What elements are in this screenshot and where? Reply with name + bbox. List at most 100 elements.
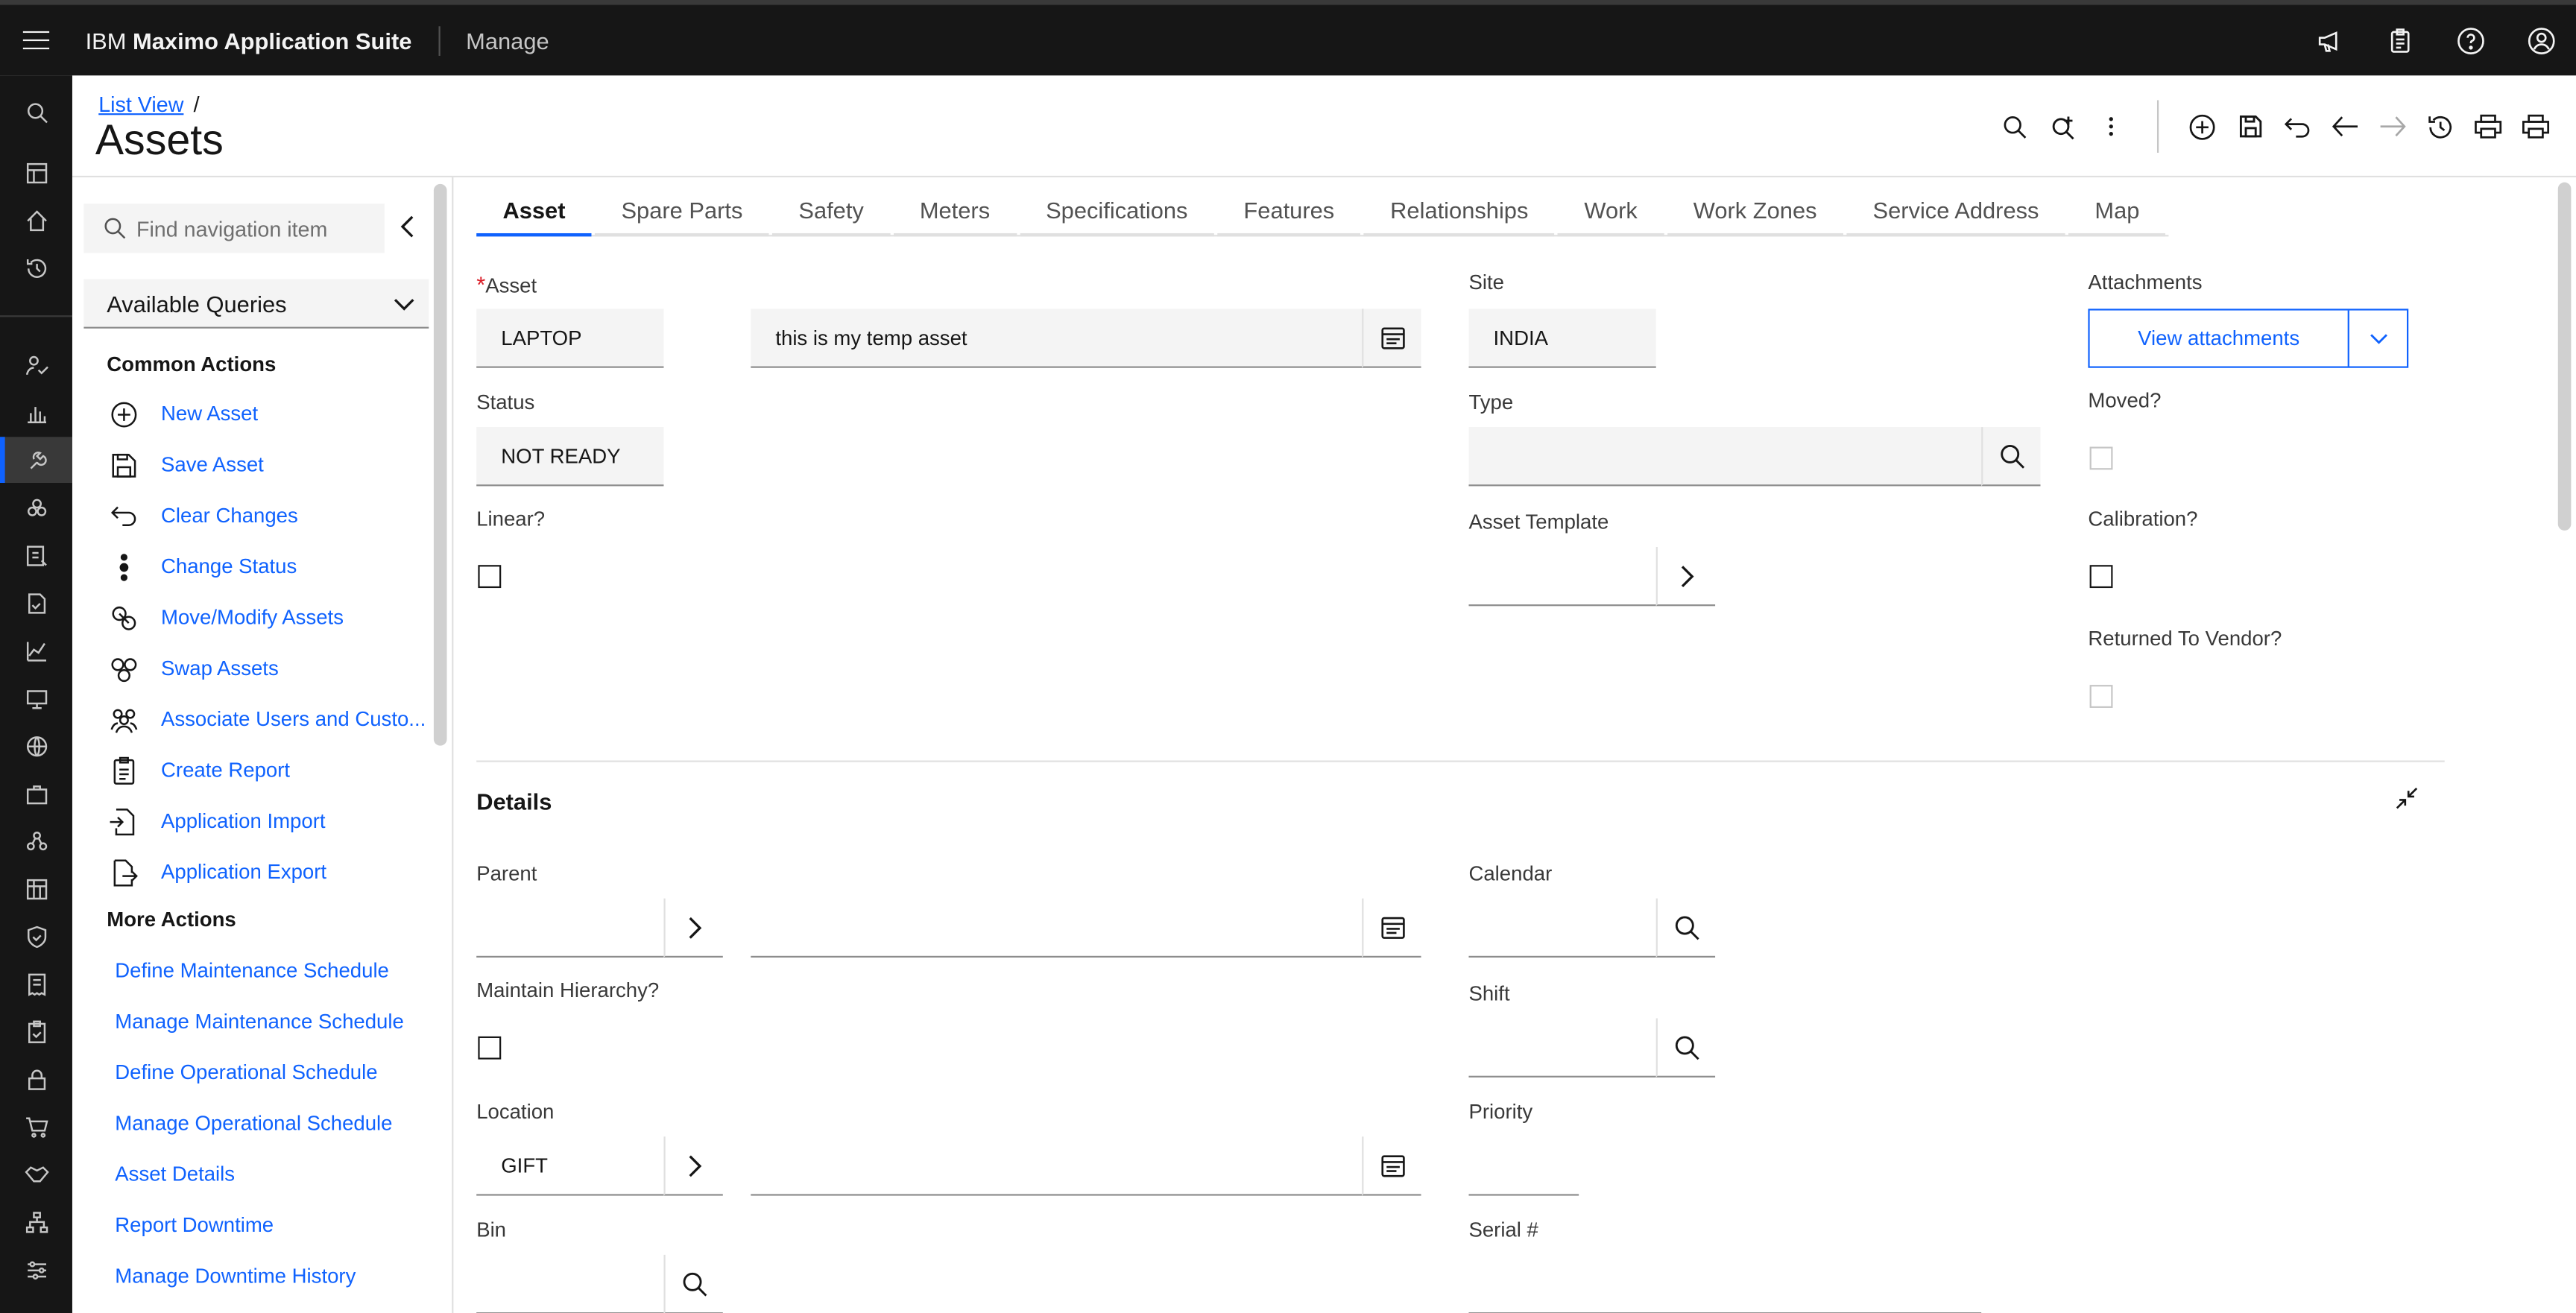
rail-recent-button[interactable] (0, 244, 72, 291)
rail-dashboard-button[interactable] (0, 150, 72, 196)
rail-cart-button[interactable] (0, 1104, 72, 1150)
search-icon[interactable] (1991, 102, 2039, 151)
serial-input[interactable] (1468, 1254, 1982, 1313)
megaphone-icon[interactable] (2294, 5, 2364, 76)
action-swap-assets[interactable]: Swap Assets (107, 651, 279, 686)
overflow-menu-icon[interactable] (2086, 102, 2134, 151)
rail-chart-line-button[interactable] (0, 627, 72, 674)
rail-chart-bar-button[interactable] (0, 389, 72, 435)
rail-receipt-button[interactable] (0, 961, 72, 1007)
rail-briefcase-button[interactable] (0, 771, 72, 817)
more-action-report-downtime[interactable]: Report Downtime (115, 1214, 274, 1237)
type-input[interactable] (1468, 427, 1982, 487)
undo-icon[interactable] (2273, 102, 2321, 151)
type-lookup-button[interactable] (1981, 427, 2041, 487)
arrow-right-icon[interactable] (2369, 102, 2416, 151)
tab-specifications[interactable]: Specifications (1019, 187, 1214, 237)
bin-lookup-button[interactable] (663, 1254, 723, 1313)
arrow-left-icon[interactable] (2321, 102, 2369, 151)
shift-input[interactable] (1468, 1018, 1656, 1078)
print-icon[interactable] (2464, 102, 2512, 151)
location-goto-button[interactable] (663, 1136, 723, 1196)
rail-home-button[interactable] (0, 197, 72, 243)
history-icon[interactable] (2416, 102, 2464, 151)
shift-lookup-button[interactable] (1655, 1018, 1716, 1078)
long-description-button[interactable] (1362, 309, 1421, 368)
parent-description-input[interactable] (751, 898, 1363, 958)
rail-clipboard-check-button[interactable] (0, 1008, 72, 1054)
more-action-manage-downtime-history[interactable]: Manage Downtime History (115, 1265, 356, 1288)
more-action-manage-maintenance-schedule[interactable]: Manage Maintenance Schedule (115, 1010, 404, 1034)
rail-doc-check-button[interactable] (0, 580, 72, 626)
tab-work[interactable]: Work (1558, 187, 1664, 237)
site-input[interactable]: INDIA (1468, 309, 1656, 368)
priority-input[interactable] (1468, 1136, 1579, 1196)
tab-service-address[interactable]: Service Address (1846, 187, 2065, 237)
clipboard-icon[interactable] (2364, 5, 2435, 76)
status-input[interactable]: NOT READY (476, 427, 664, 487)
tab-work-zones[interactable]: Work Zones (1667, 187, 1843, 237)
action-new-asset[interactable]: New Asset (107, 396, 258, 431)
tab-asset[interactable]: Asset (476, 187, 592, 237)
tab-map[interactable]: Map (2068, 187, 2166, 237)
rail-shield-button[interactable] (0, 913, 72, 959)
more-action-manage-operational-schedule[interactable]: Manage Operational Schedule (115, 1112, 392, 1135)
calendar-input[interactable] (1468, 898, 1656, 958)
rail-workflow-button[interactable] (0, 818, 72, 864)
calibration-checkbox[interactable] (2089, 565, 2113, 589)
action-save-asset[interactable]: Save Asset (107, 447, 264, 483)
collapse-section-button[interactable] (2393, 785, 2419, 811)
rail-user-check-button[interactable] (0, 341, 72, 387)
parent-input[interactable] (476, 898, 664, 958)
print-icon[interactable] (2512, 102, 2560, 151)
save-icon[interactable] (2226, 102, 2274, 151)
add-icon[interactable] (2179, 102, 2226, 151)
more-action-asset-details[interactable]: Asset Details (115, 1163, 235, 1186)
parent-long-description-button[interactable] (1362, 898, 1421, 958)
nav-scrollbar[interactable] (430, 177, 450, 1313)
tab-features[interactable]: Features (1217, 187, 1361, 237)
bin-input[interactable] (476, 1254, 664, 1313)
action-application-export[interactable]: Application Export (107, 854, 326, 890)
asset-template-input[interactable] (1468, 546, 1656, 607)
product-brand[interactable]: IBM Maximo Application Suite (86, 25, 440, 55)
location-description-input[interactable] (751, 1136, 1363, 1196)
rail-cubes-button[interactable] (0, 484, 72, 531)
calendar-lookup-button[interactable] (1655, 898, 1716, 958)
attachments-dropdown-button[interactable] (2349, 311, 2407, 367)
rail-building-button[interactable] (0, 866, 72, 912)
asset-description-input[interactable]: this is my temp asset (751, 309, 1363, 368)
rail-screen-button[interactable] (0, 675, 72, 721)
parent-goto-button[interactable] (663, 898, 723, 958)
tab-safety[interactable]: Safety (772, 187, 891, 237)
linear-checkbox[interactable] (478, 565, 502, 589)
available-queries-dropdown[interactable]: Available Queries (83, 279, 429, 329)
rail-lock-button[interactable] (0, 1056, 72, 1102)
rail-search-button[interactable] (0, 89, 72, 135)
maintain-hierarchy-checkbox[interactable] (478, 1036, 502, 1060)
moved-checkbox[interactable] (2089, 446, 2113, 470)
tab-meters[interactable]: Meters (893, 187, 1017, 237)
asset-input[interactable]: LAPTOP (476, 309, 664, 368)
rail-inventory-button[interactable] (0, 532, 72, 578)
tab-spare-parts[interactable]: Spare Parts (595, 187, 769, 237)
rail-handshake-button[interactable] (0, 1151, 72, 1197)
action-associate-users-and-custo[interactable]: Associate Users and Custo... (107, 701, 426, 737)
view-attachments-button[interactable]: View attachments (2090, 310, 2349, 367)
main-scrollbar[interactable] (2553, 177, 2576, 1313)
action-move-modify-assets[interactable]: Move/Modify Assets (107, 599, 344, 635)
action-change-status[interactable]: Change Status (107, 548, 297, 584)
location-input[interactable]: GIFT (476, 1136, 664, 1196)
location-long-description-button[interactable] (1362, 1136, 1421, 1196)
help-icon[interactable] (2434, 5, 2505, 76)
action-clear-changes[interactable]: Clear Changes (107, 498, 298, 534)
asset-template-goto-button[interactable] (1655, 546, 1716, 607)
tab-relationships[interactable]: Relationships (1363, 187, 1555, 237)
rail-assets-button[interactable] (0, 437, 72, 484)
rail-hierarchy-button[interactable] (0, 1199, 72, 1245)
find-navigation-input[interactable]: Find navigation item (83, 203, 385, 253)
breadcrumb-list-view-link[interactable]: List View (98, 92, 183, 116)
more-action-define-operational-schedule[interactable]: Define Operational Schedule (115, 1061, 377, 1084)
rail-network-button[interactable] (0, 723, 72, 769)
rail-sliders-button[interactable] (0, 1247, 72, 1293)
